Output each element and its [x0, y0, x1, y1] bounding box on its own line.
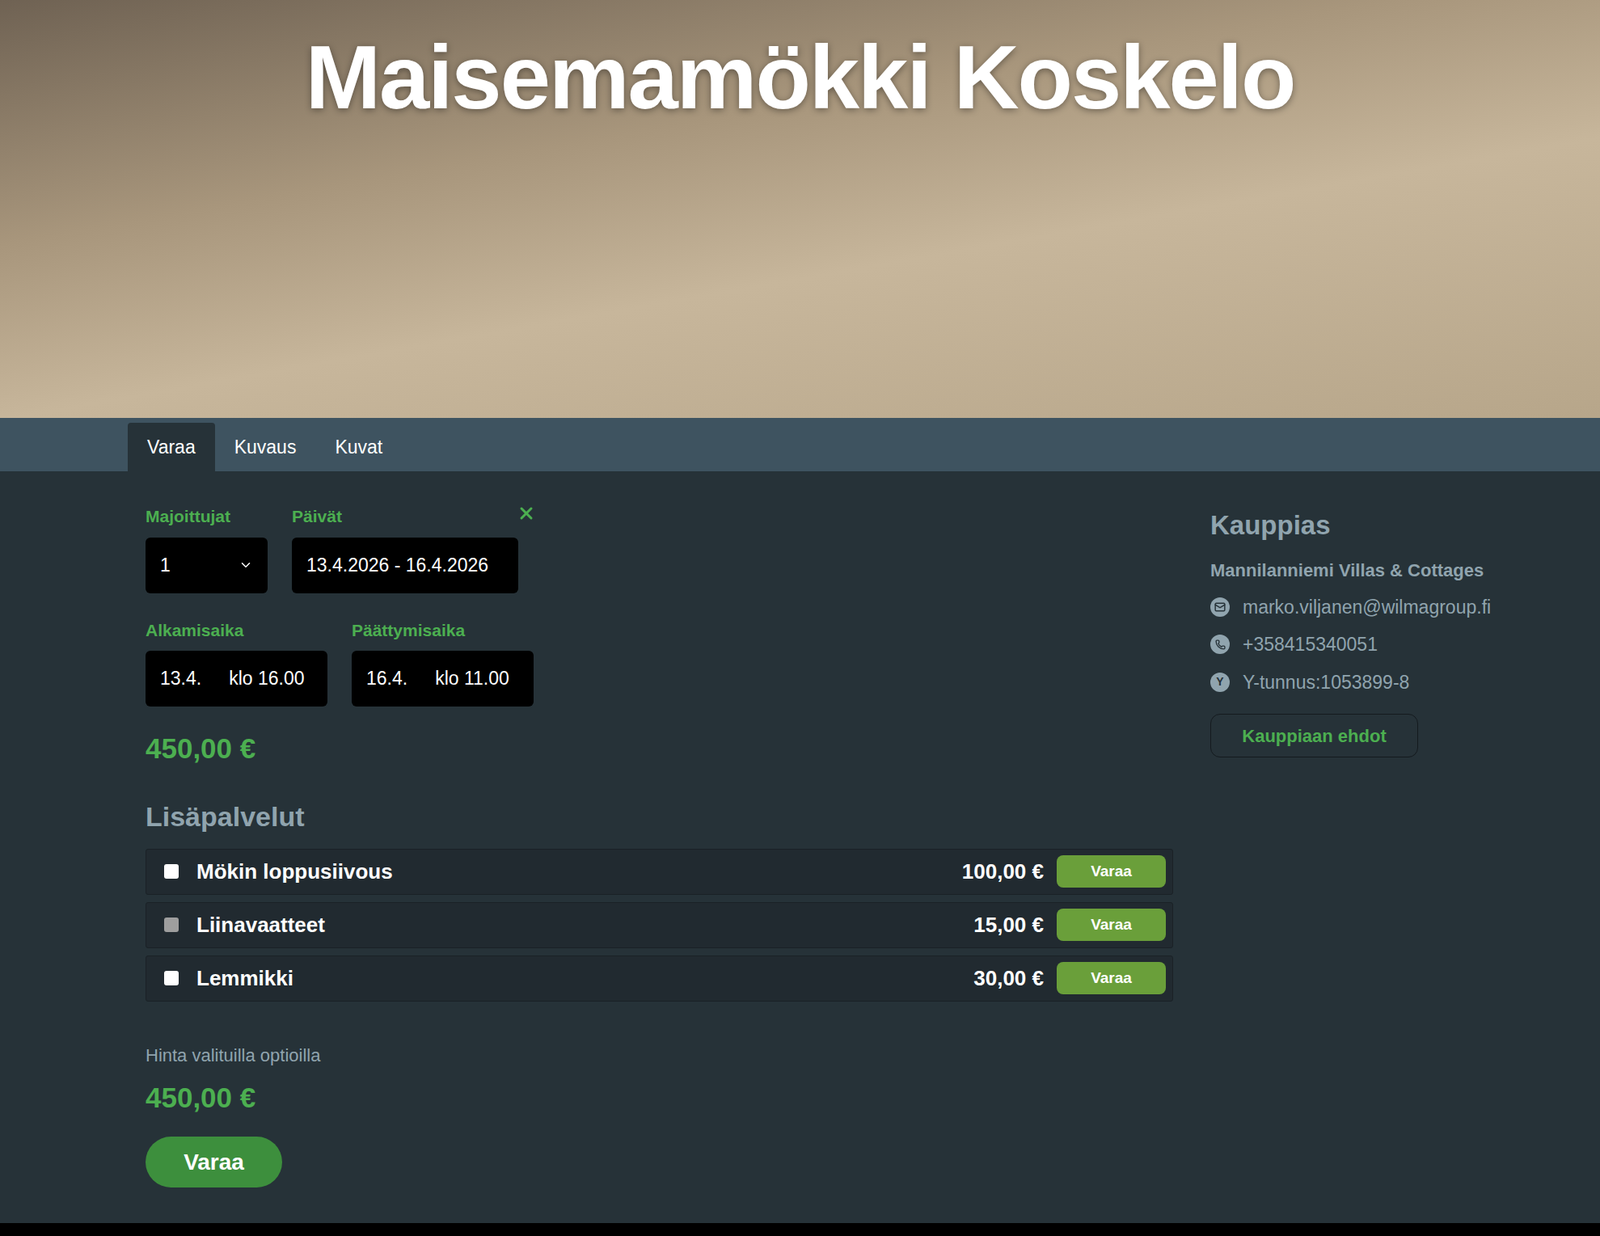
extra-checkbox[interactable] — [164, 970, 179, 986]
extras-list: Mökin loppusiivous100,00 €VaraaLiinavaat… — [145, 848, 1174, 1002]
merchant-terms-button[interactable]: Kauppiaan ehdot — [1210, 713, 1419, 758]
contact-row: +358415340051 — [1210, 630, 1534, 659]
contact-text: Y-tunnus:1053899-8 — [1242, 668, 1410, 697]
extra-checkbox — [164, 917, 179, 933]
merchant-name: Mannilanniemi Villas & Cottages — [1210, 557, 1534, 584]
extra-name: Lemmikki — [196, 962, 974, 995]
book-button[interactable]: Varaa — [145, 1136, 283, 1188]
hero: Maisemamökki Koskelo — [0, 0, 1600, 418]
field-label: Majoittujat — [145, 503, 268, 530]
extra-book-button[interactable]: Varaa — [1056, 962, 1166, 995]
extra-checkbox[interactable] — [164, 864, 179, 879]
end-time-input[interactable]: 16.4.klo 11.00 — [351, 650, 534, 707]
contact-text[interactable]: marko.viljanen@wilmagroup.fi — [1242, 593, 1491, 622]
field-label: Alkamisaika — [145, 617, 328, 644]
base-price: 450,00 € — [145, 727, 1174, 771]
dates-input[interactable]: 13.4.2026 - 16.4.2026 — [291, 537, 519, 594]
clear-icon[interactable] — [516, 503, 537, 524]
total-label: Hinta valituilla optioilla — [145, 1042, 1174, 1069]
dates-field: Päivät 13.4.2026 - 16.4.2026 — [291, 503, 519, 594]
tab[interactable]: Kuvaus — [215, 422, 317, 472]
page: Maisemamökki KoskeloVaraaKuvausKuvatMajo… — [0, 0, 1600, 1236]
start-time: Alkamisaika 13.4.klo 16.00 — [145, 617, 328, 708]
content: Majoittujat 1 Päivät 13.4.2026 - 16.4.2026 A… — [0, 471, 1600, 1224]
booking-panel: Majoittujat 1 Päivät 13.4.2026 - 16.4.2026 A… — [145, 503, 1174, 1188]
contact-row: Y Y-tunnus:1053899-8 — [1210, 668, 1534, 697]
extra-name: Liinavaatteet — [196, 909, 974, 942]
business-id-icon: Y — [1210, 672, 1230, 693]
extra-row: Lemmikki30,00 € Varaa — [145, 955, 1174, 1002]
end-time: Päättymisaika 16.4.klo 11.00 — [351, 617, 534, 708]
phone-icon — [1210, 634, 1230, 655]
extra-price: 15,00 € — [973, 909, 1044, 942]
tab[interactable]: Varaa — [127, 422, 216, 472]
contact-list: marko.viljanen@wilmagroup.fi +35841534005… — [1210, 593, 1534, 697]
contact-text[interactable]: +358415340051 — [1242, 630, 1378, 659]
email-icon — [1210, 597, 1230, 617]
guests-select-input[interactable]: 1 — [145, 537, 268, 594]
extra-row: Liinavaatteet15,00 € Varaa — [145, 902, 1174, 949]
tab-bar: VaraaKuvausKuvat — [0, 417, 1600, 472]
field-label: Päivät — [291, 503, 342, 530]
extra-row: Mökin loppusiivous100,00 € Varaa — [145, 848, 1174, 895]
tab[interactable]: Kuvat — [315, 422, 402, 472]
footer-bar — [0, 1223, 1600, 1236]
merchant-title: Kauppias — [1210, 505, 1534, 546]
field-label: Päättymisaika — [351, 617, 534, 644]
guests-select: Majoittujat 1 — [145, 503, 268, 594]
chevron-down-icon — [238, 557, 254, 573]
total-price: 450,00 € — [145, 1076, 1174, 1120]
extra-book-button[interactable]: Varaa — [1056, 908, 1166, 942]
merchant-panel: Kauppias Mannilanniemi Villas & Cottages m… — [1210, 503, 1534, 1188]
guest-date-row: Majoittujat 1 Päivät 13.4.2026 - 16.4.2026 — [145, 503, 1174, 594]
extra-name: Mökin loppusiivous — [196, 856, 963, 888]
hero-title: Maisemamökki Koskelo — [305, 32, 1296, 418]
extra-price: 30,00 € — [973, 962, 1044, 995]
extra-book-button[interactable]: Varaa — [1056, 855, 1166, 888]
extras-title: Lisäpalvelut — [145, 796, 1174, 838]
time-row: Alkamisaika 13.4.klo 16.00 Päättymisaika 16… — [145, 617, 1174, 708]
contact-row: marko.viljanen@wilmagroup.fi — [1210, 593, 1534, 622]
start-time-input[interactable]: 13.4.klo 16.00 — [145, 650, 328, 707]
extra-price: 100,00 € — [962, 856, 1044, 888]
